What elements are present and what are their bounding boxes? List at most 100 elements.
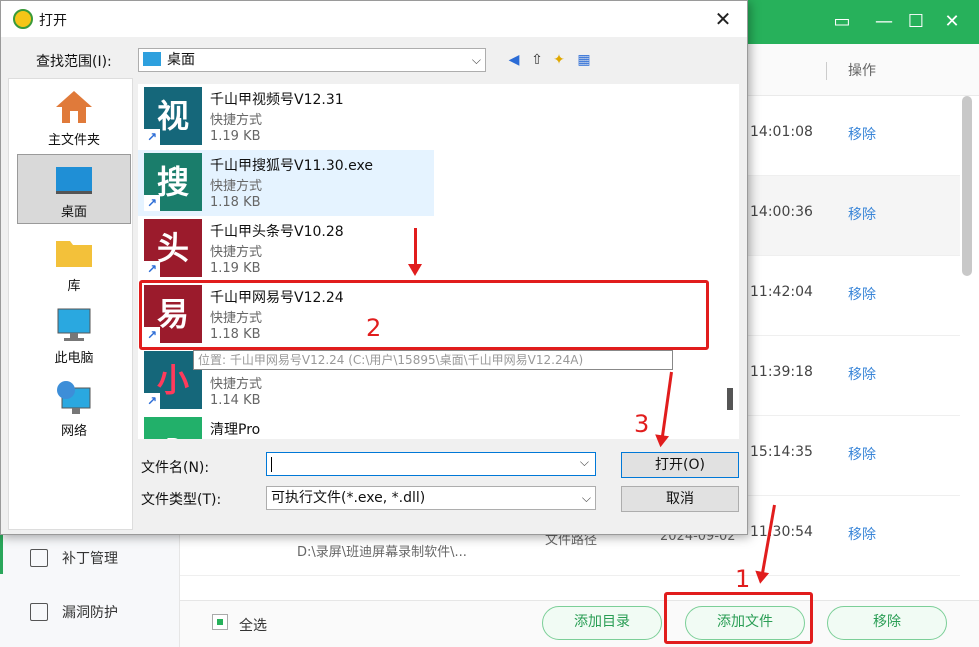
sidebar-item-patch[interactable]: 补丁管理 [30, 546, 118, 570]
place-this-pc[interactable]: 此电脑 [17, 301, 131, 371]
file-name: 千山甲视频号V12.31 [210, 92, 344, 108]
network-globe-icon [57, 381, 91, 414]
lookin-value: 桌面 [167, 52, 195, 68]
desktop-small-icon [143, 52, 161, 66]
app-scrollbar[interactable] [962, 96, 972, 276]
annotation-number: 1 [735, 565, 751, 593]
column-header-operation: 操作 [848, 63, 876, 79]
row-remove-link[interactable]: 移除 [848, 444, 876, 464]
dialog-title: 打开 [39, 13, 67, 29]
chevron-down-icon[interactable]: ⌵ [580, 455, 589, 470]
sidebar-item-vuln[interactable]: 漏洞防护 [30, 600, 118, 624]
patch-icon [30, 549, 48, 567]
chevron-down-icon: ⌵ [471, 53, 481, 67]
places-bar: 主文件夹 桌面 库 此电脑 网络 [8, 78, 133, 530]
shortcut-arrow-icon: ↗ [144, 393, 160, 409]
dialog-titlebar: 打开 ✕ [1, 1, 747, 37]
file-item[interactable]: 搜 ↗ 千山甲搜狐号V11.30.exe 快捷方式 1.18 KB [138, 150, 434, 216]
place-label: 主文件夹 [47, 133, 100, 148]
row-time: 14:01:08 [750, 124, 813, 140]
file-type: 快捷方式 [210, 113, 263, 128]
new-folder-icon[interactable]: ✦ [550, 51, 568, 69]
row-remove-link[interactable]: 移除 [848, 524, 876, 544]
row-remove-link[interactable]: 移除 [848, 124, 876, 144]
row-time: 14:00:36 [750, 204, 813, 220]
row-remove-link[interactable]: 移除 [848, 204, 876, 224]
file-size: 1.19 KB [210, 261, 261, 276]
annotation-number: 2 [366, 314, 382, 342]
row-time: 11:30:54 [750, 524, 813, 540]
row-time: 15:14:35 [750, 444, 813, 460]
place-home[interactable]: 主文件夹 [17, 83, 131, 153]
shortcut-arrow-icon: ↗ [144, 129, 160, 145]
file-type: 快捷方式 [210, 245, 263, 260]
file-name: 千山甲头条号V10.28 [210, 224, 344, 240]
place-label: 此电脑 [54, 351, 94, 366]
lookin-label: 查找范围(I): [36, 54, 112, 70]
dialog-close-icon[interactable]: ✕ [709, 5, 737, 33]
header-divider [826, 62, 827, 80]
place-network[interactable]: 网络 [17, 374, 131, 444]
location-tooltip: 位置: 千山甲网易号V12.24 (C:\用户\15895\桌面\千山甲网易V1… [193, 350, 673, 370]
file-item[interactable]: 头 ↗ 千山甲头条号V10.28 快捷方式 1.19 KB [138, 216, 434, 282]
file-name: 千山甲搜狐号V11.30.exe [210, 158, 373, 174]
highlight-box-file [139, 280, 709, 350]
file-size: 1.19 KB [210, 129, 261, 144]
file-list-scrollbar[interactable] [721, 84, 739, 439]
filetype-label: 文件类型(T): [141, 492, 222, 508]
place-library[interactable]: 库 [17, 229, 131, 299]
text-caret [271, 457, 272, 472]
select-all-checkbox[interactable] [212, 614, 228, 630]
chevron-down-icon: ⌵ [581, 491, 591, 505]
file-type: 快捷方式 [210, 179, 263, 194]
close-icon[interactable]: ✕ [938, 8, 966, 36]
file-size: 1.14 KB [210, 393, 261, 408]
file-type: 快捷方式 [210, 377, 263, 392]
sidebar-item-label: 补丁管理 [62, 551, 118, 567]
select-all-label: 全选 [239, 618, 267, 634]
back-icon[interactable]: ◀ [505, 51, 523, 69]
annotation-number: 3 [634, 410, 650, 438]
place-label: 桌面 [60, 205, 87, 220]
open-button[interactable]: 打开(O) [621, 452, 739, 478]
remove-button[interactable]: 移除 [827, 606, 947, 640]
computer-icon [57, 308, 91, 341]
row-remove-link[interactable]: 移除 [848, 284, 876, 304]
desktop-icon [56, 167, 92, 194]
row-remove-link[interactable]: 移除 [848, 364, 876, 384]
feedback-icon[interactable]: ▭ [828, 8, 856, 36]
annotation-arrow [408, 228, 422, 276]
scroll-thumb[interactable] [727, 388, 733, 410]
row-path: D:\录屏\班迪屏幕录制软件\... [297, 545, 467, 560]
cancel-button[interactable]: 取消 [621, 486, 739, 512]
highlight-box-add-file [664, 592, 813, 644]
row-time: 11:39:18 [750, 364, 813, 380]
file-name: 清理Pro [210, 422, 261, 438]
view-menu-icon[interactable]: ▦ [575, 51, 593, 69]
file-icon: 视 ↗ [144, 87, 202, 145]
folder-icon [56, 241, 92, 267]
shortcut-arrow-icon: ↗ [144, 195, 160, 211]
filename-label: 文件名(N): [141, 460, 210, 476]
maximize-icon[interactable]: ☐ [902, 8, 930, 36]
sidebar-item-label: 漏洞防护 [62, 605, 118, 621]
place-label: 网络 [60, 424, 87, 439]
shield-icon [30, 603, 48, 621]
file-list: 视 ↗ 千山甲视频号V12.31 快捷方式 1.19 KB 搜 ↗ 千山甲搜狐号V1… [138, 84, 721, 439]
filename-input[interactable]: ⌵ [266, 452, 596, 476]
file-size: 1.18 KB [210, 195, 261, 210]
place-desktop[interactable]: 桌面 [17, 154, 131, 224]
filetype-dropdown[interactable]: 可执行文件(*.exe, *.dll) ⌵ [266, 486, 596, 510]
row-time: 11:42:04 [750, 284, 813, 300]
file-icon: 头 ↗ [144, 219, 202, 277]
up-folder-icon[interactable]: ⇧ [528, 51, 546, 69]
app-logo-icon [13, 9, 33, 29]
minimize-icon[interactable]: — [870, 8, 898, 36]
lookin-dropdown[interactable]: 桌面 ⌵ [138, 48, 486, 72]
file-icon: 搜 ↗ [144, 153, 202, 211]
file-item[interactable]: 视 ↗ 千山甲视频号V12.31 快捷方式 1.19 KB [138, 84, 434, 150]
add-directory-button[interactable]: 添加目录 [542, 606, 662, 640]
file-icon: P [144, 417, 202, 439]
file-item[interactable]: P 清理Pro [138, 414, 434, 439]
home-icon [56, 91, 92, 123]
